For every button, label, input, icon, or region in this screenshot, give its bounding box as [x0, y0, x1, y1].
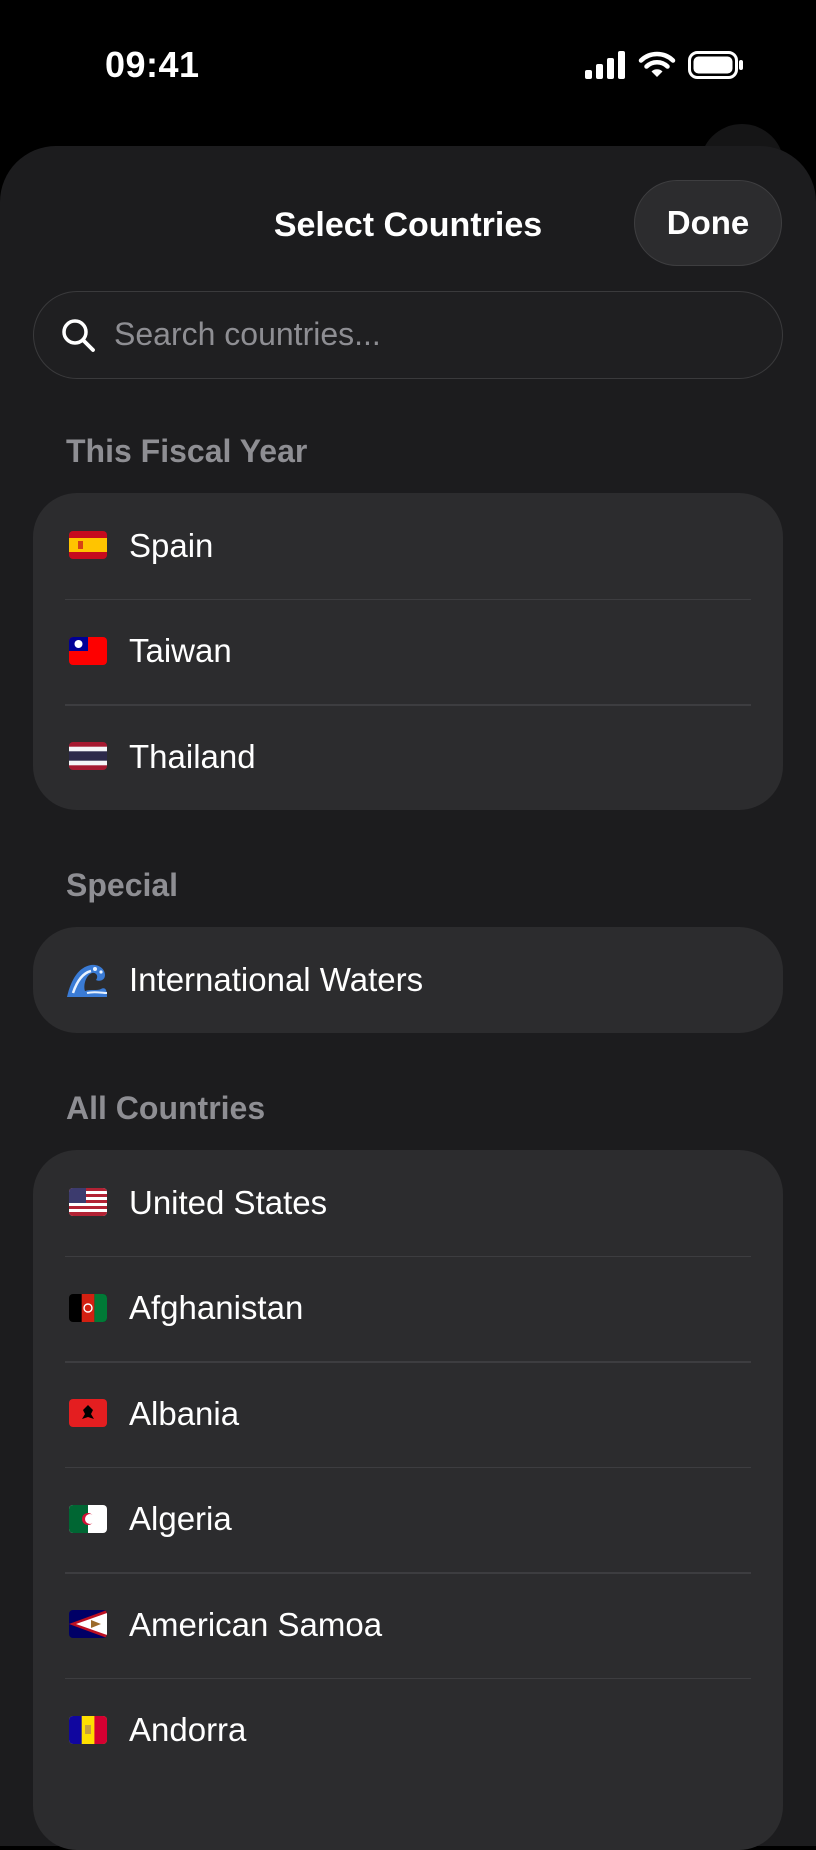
wifi-icon [638, 51, 676, 77]
albania-flag-icon [69, 1399, 107, 1427]
status-time: 09:41 [105, 44, 200, 85]
country-label: United States [129, 1183, 328, 1221]
country-label: International Waters [129, 960, 424, 998]
country-label: Spain [129, 526, 214, 564]
country-label: Andorra [129, 1711, 247, 1749]
country-label: Thailand [129, 737, 256, 775]
country-label: Afghanistan [129, 1289, 304, 1327]
andorra-flag-icon [69, 1715, 107, 1744]
wave-icon [65, 959, 109, 999]
section-header-special: Special [66, 867, 179, 903]
thailand-flag-icon [69, 742, 107, 770]
search-input[interactable] [114, 292, 754, 377]
fiscal-year-list: Spain Taiwan Thailand [33, 493, 783, 810]
american-samoa-flag-icon [69, 1610, 107, 1638]
algeria-flag-icon [69, 1504, 107, 1533]
country-row-taiwan[interactable]: Taiwan [33, 598, 783, 705]
country-row-albania[interactable]: Albania [33, 1361, 783, 1467]
country-row-american-samoa[interactable]: American Samoa [33, 1572, 783, 1678]
all-countries-list: United States Afghanistan Albania Algeri… [33, 1150, 783, 1850]
afghanistan-flag-icon [69, 1293, 107, 1322]
country-row-andorra[interactable]: Andorra [33, 1677, 783, 1784]
country-row-algeria[interactable]: Algeria [33, 1466, 783, 1573]
cellular-signal-icon [585, 51, 625, 79]
search-icon [62, 319, 95, 352]
special-list: International Waters [33, 927, 783, 1033]
taiwan-flag-icon [69, 636, 107, 665]
country-label: Algeria [129, 1500, 232, 1538]
country-row-international-waters[interactable]: International Waters [33, 927, 783, 1033]
spain-flag-icon [69, 531, 107, 559]
section-header-all-countries: All Countries [66, 1090, 266, 1126]
country-picker-sheet: Select Countries Done This Fiscal Year S… [0, 146, 816, 1850]
country-label: American Samoa [129, 1605, 383, 1643]
search-field[interactable] [33, 291, 783, 379]
country-row-thailand[interactable]: Thailand [33, 704, 783, 810]
status-bar: 09:41 [0, 0, 816, 130]
done-button[interactable]: Done [634, 180, 782, 266]
united-states-flag-icon [69, 1188, 107, 1216]
battery-icon [688, 51, 743, 79]
country-row-united-states[interactable]: United States [33, 1150, 783, 1256]
country-label: Albania [129, 1394, 240, 1432]
country-label: Taiwan [129, 632, 232, 670]
section-header-fiscal-year: This Fiscal Year [66, 433, 308, 469]
country-row-spain[interactable]: Spain [33, 493, 783, 599]
country-row-afghanistan[interactable]: Afghanistan [33, 1255, 783, 1362]
